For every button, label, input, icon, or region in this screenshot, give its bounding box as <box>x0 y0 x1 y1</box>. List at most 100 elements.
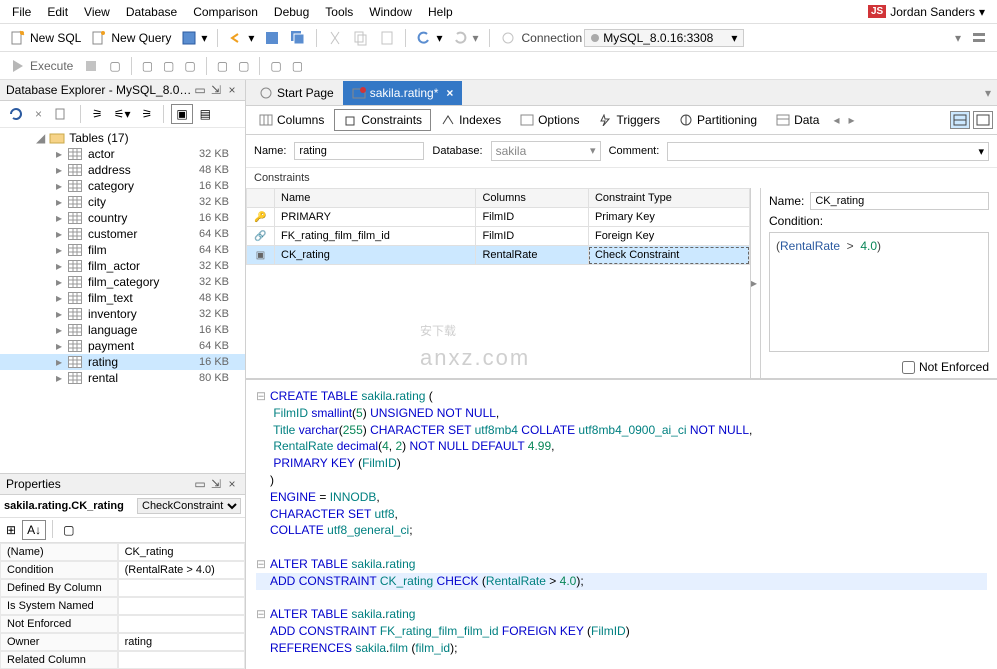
database-combo[interactable]: sakila▾ <box>491 141 601 161</box>
alpha-icon[interactable]: A↓ <box>22 520 46 540</box>
table-row-rating[interactable]: ▸rating16 KB <box>0 354 245 370</box>
execute-button[interactable]: Execute <box>6 56 77 76</box>
menu-edit[interactable]: Edit <box>39 3 76 21</box>
designer-tab-options[interactable]: Options <box>511 109 588 131</box>
dropdown-icon[interactable]: ▾ <box>951 29 965 47</box>
tb-btn-1[interactable]: ▢ <box>105 57 124 75</box>
menu-database[interactable]: Database <box>118 3 185 21</box>
sql-preview[interactable]: ⊟CREATE TABLE sakila.rating ( FilmID sma… <box>246 379 997 669</box>
menu-window[interactable]: Window <box>361 3 420 21</box>
paste-button[interactable] <box>375 28 399 48</box>
save-dropdown[interactable]: ▾ <box>177 28 211 48</box>
undo2-button[interactable]: ▾ <box>412 28 446 48</box>
split-view-button[interactable] <box>950 111 970 129</box>
categorized-icon[interactable]: ⊞ <box>2 520 20 540</box>
close-icon[interactable]: × <box>225 477 239 491</box>
designer-tab-triggers[interactable]: Triggers <box>589 109 669 131</box>
settings-icon[interactable] <box>967 28 991 48</box>
property-row[interactable]: Ownerrating <box>0 633 245 651</box>
tb-btn-7[interactable]: ▢ <box>266 57 285 75</box>
table-row-film[interactable]: ▸film64 KB <box>0 242 245 258</box>
tb-btn-8[interactable]: ▢ <box>288 57 307 75</box>
filter2-icon[interactable]: ⚟▾ <box>110 105 135 123</box>
table-row-category[interactable]: ▸category16 KB <box>0 178 245 194</box>
unlink-button[interactable] <box>496 28 520 48</box>
table-row-language[interactable]: ▸language16 KB <box>0 322 245 338</box>
close-tab-icon[interactable]: × <box>446 86 453 100</box>
tab-start-page[interactable]: Start Page <box>250 81 343 105</box>
tb-btn-4[interactable]: ▢ <box>180 57 199 75</box>
copy-button[interactable] <box>349 28 373 48</box>
tab-sakila-rating[interactable]: sakila.rating* × <box>343 81 463 105</box>
table-row-rental[interactable]: ▸rental80 KB <box>0 370 245 386</box>
tb-btn-6[interactable]: ▢ <box>234 57 253 75</box>
table-row-address[interactable]: ▸address48 KB <box>0 162 245 178</box>
view-mode-icon[interactable]: ▣ <box>171 104 192 124</box>
table-row-customer[interactable]: ▸customer64 KB <box>0 226 245 242</box>
table-row-inventory[interactable]: ▸inventory32 KB <box>0 306 245 322</box>
tables-folder[interactable]: ◢ Tables (17) <box>0 130 245 146</box>
filter3-icon[interactable]: ⚞ <box>138 105 157 123</box>
table-row-country[interactable]: ▸country16 KB <box>0 210 245 226</box>
save-button[interactable] <box>260 28 284 48</box>
scroll-left-icon[interactable]: ◂ <box>829 113 843 127</box>
constraint-row-PRIMARY[interactable]: 🔑PRIMARYFilmIDPrimary Key <box>247 208 750 227</box>
stop-button[interactable] <box>79 56 103 76</box>
new-query-button[interactable]: New Query <box>87 28 175 48</box>
designer-tab-columns[interactable]: Columns <box>250 109 333 131</box>
tabs-dropdown-icon[interactable]: ▾ <box>979 86 997 100</box>
constraint-row-FK_rating_film_film_id[interactable]: 🔗FK_rating_film_film_idFilmIDForeign Key <box>247 227 750 246</box>
redo-button[interactable]: ▾ <box>448 28 482 48</box>
menu-view[interactable]: View <box>76 3 118 21</box>
cons-name-input[interactable] <box>810 192 989 210</box>
table-row-film_category[interactable]: ▸film_category32 KB <box>0 274 245 290</box>
refresh-icon[interactable] <box>4 104 28 124</box>
scroll-right-icon[interactable]: ▸ <box>844 113 858 127</box>
delete-icon[interactable]: × <box>31 105 46 123</box>
table-row-actor[interactable]: ▸actor32 KB <box>0 146 245 162</box>
close-icon[interactable]: × <box>225 83 239 97</box>
expand-icon[interactable]: ▸ <box>751 188 761 378</box>
filter1-icon[interactable]: ⚞ <box>88 105 107 123</box>
menu-tools[interactable]: Tools <box>317 3 361 21</box>
connection-picker[interactable]: MySQL_8.0.16:3308▾ <box>584 29 744 47</box>
copy2-icon[interactable] <box>49 104 73 124</box>
new-sql-button[interactable]: New SQL <box>6 28 85 48</box>
property-row[interactable]: Is System Named <box>0 597 245 615</box>
menu-file[interactable]: File <box>4 3 39 21</box>
collapse-icon[interactable]: ▤ <box>196 105 215 123</box>
undo-button[interactable]: ▾ <box>224 28 258 48</box>
menu-help[interactable]: Help <box>420 3 461 21</box>
window-icon[interactable]: ▭ <box>193 477 207 491</box>
table-row-payment[interactable]: ▸payment64 KB <box>0 338 245 354</box>
pin-icon[interactable]: ⇲ <box>209 83 223 97</box>
menu-debug[interactable]: Debug <box>266 3 317 21</box>
prop-icon[interactable]: ▢ <box>59 520 78 540</box>
tb-btn-5[interactable]: ▢ <box>213 57 232 75</box>
designer-tab-constraints[interactable]: Constraints <box>334 109 431 131</box>
constraints-table[interactable]: NameColumnsConstraint Type🔑PRIMARYFilmID… <box>246 188 751 378</box>
pin-icon[interactable]: ⇲ <box>209 477 223 491</box>
property-row[interactable]: Not Enforced <box>0 615 245 633</box>
window-icon[interactable]: ▭ <box>193 83 207 97</box>
save-all-button[interactable] <box>286 28 310 48</box>
property-row[interactable]: Related Column <box>0 651 245 669</box>
designer-tab-data[interactable]: Data <box>767 109 828 131</box>
property-type-select[interactable]: CheckConstraint <box>137 498 241 514</box>
condition-editor[interactable]: (RentalRate > 4.0) <box>769 232 989 352</box>
property-row[interactable]: Condition(RentalRate > 4.0) <box>0 561 245 579</box>
single-view-button[interactable] <box>973 111 993 129</box>
designer-tab-partitioning[interactable]: Partitioning <box>670 109 766 131</box>
tb-btn-3[interactable]: ▢ <box>159 57 178 75</box>
cut-button[interactable] <box>323 28 347 48</box>
tb-btn-2[interactable]: ▢ <box>138 57 157 75</box>
comment-combo[interactable]: ▾ <box>667 142 989 161</box>
menu-comparison[interactable]: Comparison <box>185 3 266 21</box>
property-row[interactable]: (Name)CK_rating <box>0 543 245 561</box>
table-row-film_text[interactable]: ▸film_text48 KB <box>0 290 245 306</box>
designer-tab-indexes[interactable]: Indexes <box>432 109 510 131</box>
constraint-row-CK_rating[interactable]: ▣CK_ratingRentalRateCheck Constraint <box>247 246 750 265</box>
user-area[interactable]: JS Jordan Sanders ▾ <box>868 5 993 19</box>
property-row[interactable]: Defined By Column <box>0 579 245 597</box>
table-row-film_actor[interactable]: ▸film_actor32 KB <box>0 258 245 274</box>
